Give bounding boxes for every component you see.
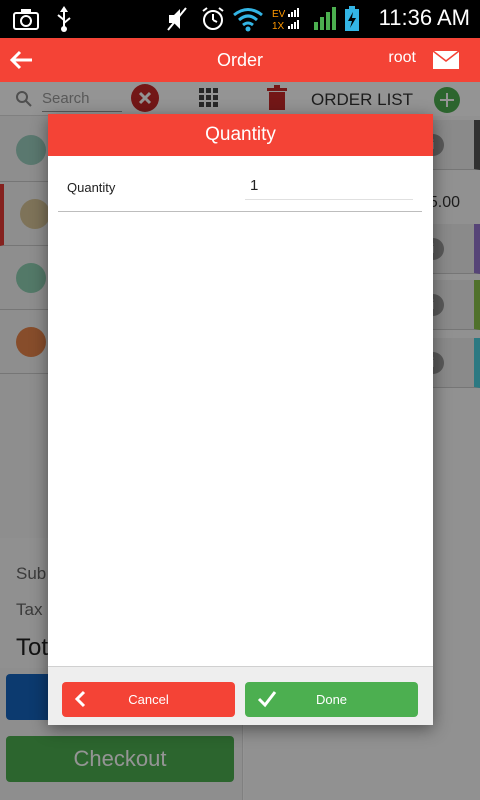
done-button[interactable]: Done [245,682,418,717]
signal-icon [314,7,336,30]
camera-icon [13,9,39,30]
chevron-left-icon [74,690,86,708]
mail-icon[interactable] [432,50,460,70]
mute-icon [167,7,187,31]
quantity-label: Quantity [67,180,116,195]
battery-icon [345,6,359,31]
alarm-icon [202,7,224,30]
done-label: Done [315,692,348,707]
svg-text:EV: EV [272,9,286,20]
app-bar: Order root [0,38,480,82]
quantity-input[interactable] [245,172,413,200]
usb-icon [57,6,71,32]
clock: 11:36 AM [378,5,470,30]
divider [58,211,422,212]
cancel-label: Cancel [128,692,169,707]
quantity-dialog: Quantity Quantity Cancel Done [48,114,433,725]
signal-ev-icon: EV 1X [272,8,299,32]
cancel-button[interactable]: Cancel [62,682,235,717]
svg-text:1X: 1X [272,21,285,32]
dialog-title: Quantity [48,114,433,156]
status-bar: EV 1X 11:36 AM [0,0,480,38]
user-name: root [388,49,416,66]
dialog-footer: Cancel Done [48,666,433,725]
check-icon [257,691,277,708]
wifi-icon [233,8,263,32]
